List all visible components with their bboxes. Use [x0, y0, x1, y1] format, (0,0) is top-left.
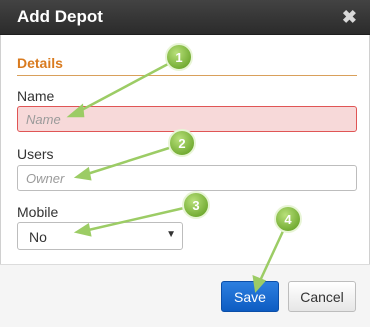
- callout-number-2: 2: [178, 136, 185, 151]
- callout-arrow-2: [83, 146, 170, 177]
- callout-number-4: 4: [284, 212, 292, 227]
- callout-overlay: 1 2 3 4: [66, 43, 302, 293]
- callout-arrow-3: [83, 206, 185, 233]
- callout-number-1: 1: [175, 50, 182, 65]
- callout-arrow-4: [257, 228, 286, 284]
- callout-badge-4: 4: [274, 205, 302, 233]
- arrowhead-3: [73, 222, 92, 237]
- callout-arrow-1: [75, 62, 169, 115]
- callout-badge-2: 2: [168, 129, 196, 157]
- arrowhead-1: [66, 103, 85, 118]
- arrowhead-4: [252, 275, 267, 293]
- callout-number-3: 3: [192, 198, 199, 213]
- callout-badge-3: 3: [182, 191, 210, 219]
- arrowhead-2: [73, 166, 92, 181]
- callout-badge-1: 1: [165, 43, 193, 71]
